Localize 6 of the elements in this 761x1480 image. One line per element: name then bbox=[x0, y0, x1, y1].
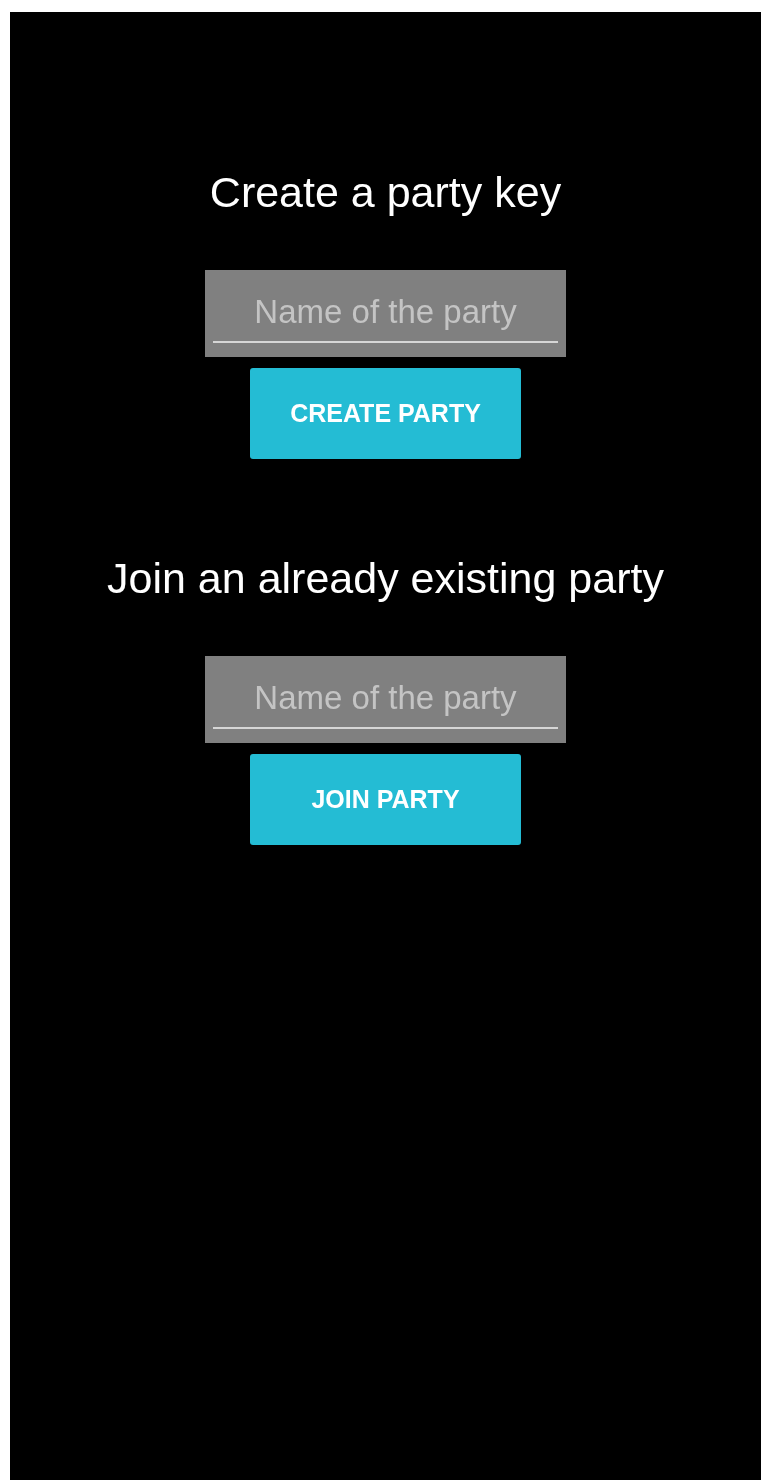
party-name-field[interactable]: Name of the party bbox=[205, 270, 566, 357]
section-title: Join an already existing party bbox=[107, 553, 664, 604]
party-button[interactable]: JOIN PARTY bbox=[250, 754, 521, 845]
section-title: Create a party key bbox=[209, 167, 562, 218]
party-name-field[interactable]: Name of the party bbox=[205, 656, 566, 743]
party-button[interactable]: CREATE PARTY bbox=[250, 368, 521, 459]
